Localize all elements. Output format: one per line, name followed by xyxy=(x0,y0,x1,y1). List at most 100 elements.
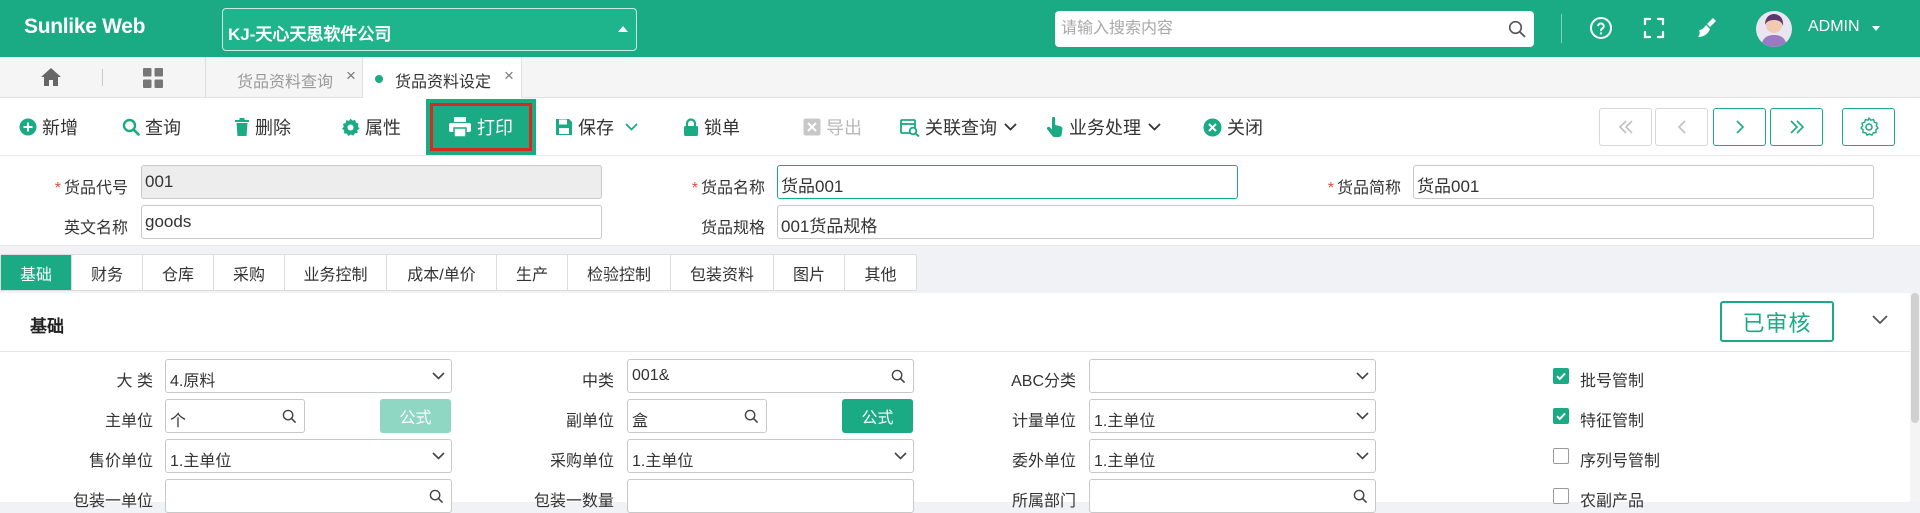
linked-query-button[interactable]: 关联查询 xyxy=(900,98,1017,156)
app-logo: Sunlike Web xyxy=(24,15,146,38)
search-icon[interactable] xyxy=(1508,20,1526,38)
section-tabs: 基础 财务 仓库 采购 业务控制 成本/单价 生产 检验控制 包装资料 图片 其… xyxy=(0,254,917,291)
chevron-down-icon xyxy=(894,452,907,460)
pack-qty-field[interactable] xyxy=(627,479,914,513)
chevron-down-icon xyxy=(1356,452,1369,460)
last-record-button[interactable] xyxy=(1770,108,1823,146)
tab-inspection-control[interactable]: 检验控制 xyxy=(568,255,671,290)
outsource-unit-select[interactable]: 1.主单位 xyxy=(1089,439,1376,473)
tab-label: 货品资料查询 xyxy=(237,74,334,91)
main-unit-formula-button[interactable]: 公式 xyxy=(380,399,451,433)
grid-apps-icon[interactable] xyxy=(143,68,163,88)
help-icon[interactable] xyxy=(1589,16,1613,40)
main-unit-lookup[interactable]: 个 xyxy=(165,399,305,433)
tab-label: 货品资料设定 xyxy=(395,74,492,91)
lock-button[interactable]: 锁单 xyxy=(683,98,740,156)
tab-other[interactable]: 其他 xyxy=(845,255,916,290)
item-code-field[interactable]: 001 xyxy=(141,165,602,199)
double-chevron-left-icon xyxy=(1618,120,1634,134)
search-icon[interactable] xyxy=(282,409,297,424)
category-major-select[interactable]: 4.原料 xyxy=(165,359,452,393)
tab-production[interactable]: 生产 xyxy=(497,255,568,290)
search-icon[interactable] xyxy=(744,409,759,424)
item-name-field[interactable]: 货品001 xyxy=(777,165,1238,199)
caret-up-icon xyxy=(618,26,628,32)
delete-button[interactable]: 删除 xyxy=(234,98,291,156)
feature-control-label: 特征管制 xyxy=(1580,413,1645,430)
query-button[interactable]: 查询 xyxy=(122,98,181,156)
previous-record-button[interactable] xyxy=(1655,108,1708,146)
select-value: 1.主单位 xyxy=(632,453,694,470)
print-button[interactable]: 打印 xyxy=(426,99,536,155)
sub-unit-lookup[interactable]: 盒 xyxy=(627,399,767,433)
item-short-label: * 货品简称 xyxy=(1327,180,1401,197)
fullscreen-icon[interactable] xyxy=(1642,16,1666,40)
printer-icon xyxy=(449,117,471,137)
home-icon[interactable] xyxy=(40,67,62,87)
company-selector[interactable]: KJ-天心天思软件公司 xyxy=(222,8,637,51)
feature-control-checkbox[interactable] xyxy=(1553,408,1569,424)
save-button[interactable]: 保存 xyxy=(555,98,638,156)
outsource-unit-label: 委外单位 xyxy=(1011,453,1076,470)
export-button[interactable]: 导出 xyxy=(803,98,862,156)
batch-control-checkbox[interactable] xyxy=(1553,368,1569,384)
abc-class-select[interactable] xyxy=(1089,359,1376,393)
tab-item-settings[interactable]: 货品资料设定 × xyxy=(362,57,522,98)
sub-unit-formula-button[interactable]: 公式 xyxy=(842,399,913,433)
serial-control-checkbox[interactable] xyxy=(1553,448,1569,464)
search-icon[interactable] xyxy=(891,369,906,384)
user-name[interactable]: ADMIN xyxy=(1808,18,1860,36)
search-input[interactable] xyxy=(1061,17,1481,41)
purchase-unit-select[interactable]: 1.主单位 xyxy=(627,439,914,473)
user-avatar[interactable] xyxy=(1756,11,1792,47)
measure-unit-select[interactable]: 1.主单位 xyxy=(1089,399,1376,433)
close-tab-icon[interactable]: × xyxy=(346,66,356,86)
close-label: 关闭 xyxy=(1227,118,1263,138)
pack-qty-label: 包装一数量 xyxy=(533,493,614,510)
tab-packaging[interactable]: 包装资料 xyxy=(671,255,774,290)
pack-unit-label: 包装一单位 xyxy=(72,493,153,510)
settings-button[interactable] xyxy=(1842,108,1895,146)
business-process-button[interactable]: 业务处理 xyxy=(1046,98,1161,156)
category-mid-lookup[interactable]: 001& xyxy=(627,359,914,393)
close-tab-icon[interactable]: × xyxy=(504,66,514,86)
first-record-button[interactable] xyxy=(1599,108,1652,146)
add-button[interactable]: 新增 xyxy=(19,98,78,156)
chevron-down-icon xyxy=(1004,123,1017,131)
measure-unit-label: 计量单位 xyxy=(1011,413,1076,430)
chevron-left-icon xyxy=(1677,120,1687,134)
next-record-button[interactable] xyxy=(1713,108,1766,146)
close-button[interactable]: 关闭 xyxy=(1203,98,1263,156)
delete-label: 删除 xyxy=(255,118,291,138)
print-highlight: 打印 xyxy=(430,103,532,151)
properties-button[interactable]: 属性 xyxy=(341,98,401,156)
scrollbar-thumb[interactable] xyxy=(1911,293,1919,423)
chevron-down-icon[interactable] xyxy=(1872,315,1888,325)
purchase-unit-label: 采购单位 xyxy=(549,453,614,470)
sale-unit-select[interactable]: 1.主单位 xyxy=(165,439,452,473)
spec-field[interactable]: 001货品规格 xyxy=(777,205,1874,239)
caret-down-icon[interactable] xyxy=(1872,26,1880,31)
tab-purchase[interactable]: 采购 xyxy=(214,255,285,290)
tab-images[interactable]: 图片 xyxy=(774,255,845,290)
tab-basic[interactable]: 基础 xyxy=(1,255,72,290)
save-label: 保存 xyxy=(578,118,614,138)
tab-item-query[interactable]: 货品资料查询 × xyxy=(206,57,362,98)
select-value: 1.主单位 xyxy=(170,453,232,470)
tab-cost-price[interactable]: 成本/单价 xyxy=(387,255,497,290)
linked-query-icon xyxy=(900,118,920,137)
department-label: 所属部门 xyxy=(1011,493,1076,510)
tab-divider xyxy=(102,69,103,86)
tab-finance[interactable]: 财务 xyxy=(72,255,143,290)
tab-business-control[interactable]: 业务控制 xyxy=(285,255,387,290)
sub-unit-label: 副单位 xyxy=(565,413,614,430)
pack-unit-lookup[interactable] xyxy=(165,479,452,513)
business-label: 业务处理 xyxy=(1069,118,1141,138)
clean-brush-icon[interactable] xyxy=(1695,16,1721,40)
gear-icon xyxy=(341,117,360,137)
department-lookup[interactable] xyxy=(1089,479,1376,513)
item-short-field[interactable]: 货品001 xyxy=(1413,165,1874,199)
category-mid-label: 中类 xyxy=(581,373,614,390)
tab-warehouse[interactable]: 仓库 xyxy=(143,255,214,290)
english-name-field[interactable]: goods xyxy=(141,205,602,239)
